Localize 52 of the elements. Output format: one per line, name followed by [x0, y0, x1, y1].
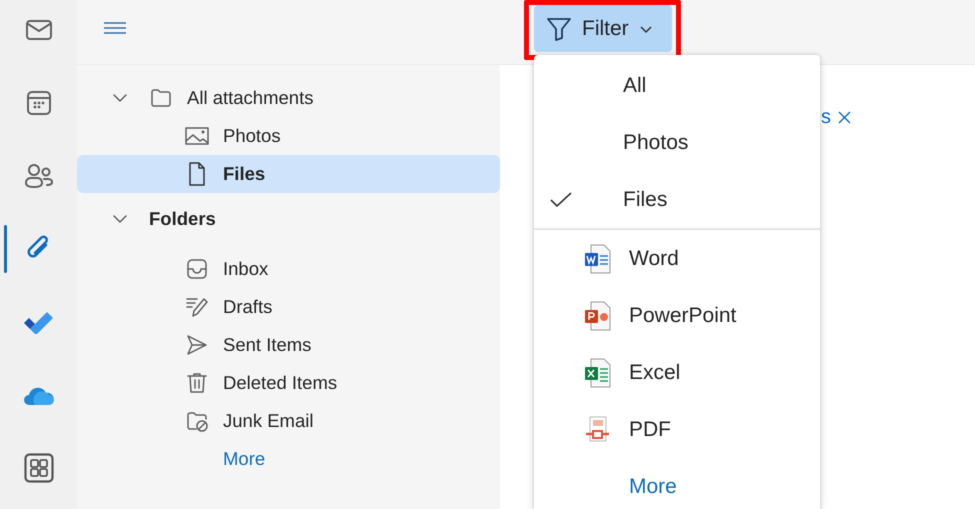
pdf-document-icon — [584, 414, 611, 444]
people-icon — [24, 163, 54, 189]
tree-item[interactable]: Junk Email — [77, 402, 500, 440]
word-document-icon — [584, 244, 611, 274]
folder-label: Drafts — [223, 296, 272, 318]
checkmark-icon — [22, 310, 54, 334]
menu-item-label: Photos — [623, 130, 688, 154]
filter-icon — [546, 16, 572, 42]
folder-label: Inbox — [223, 258, 268, 280]
inbox-icon — [185, 257, 209, 281]
menu-item[interactable]: Photos — [534, 114, 820, 171]
tree-item[interactable]: Deleted Items — [77, 364, 500, 402]
filter-chip-text: s — [821, 105, 831, 129]
calendar-icon — [26, 90, 52, 116]
mail-icon — [24, 18, 52, 42]
tree-item[interactable]: Photos — [77, 117, 500, 155]
tree-item[interactable]: Drafts — [77, 288, 500, 326]
menu-item[interactable]: All — [534, 57, 820, 114]
spreadsheet-document-icon — [584, 358, 611, 388]
menu-item-label: Word — [629, 246, 679, 270]
folder-label: Photos — [223, 125, 281, 147]
filter-button[interactable]: Filter — [534, 5, 672, 52]
more-link[interactable]: More — [223, 448, 266, 470]
chevron-down-icon — [638, 24, 653, 34]
folder-label: Junk Email — [223, 410, 314, 432]
folder-label: All attachments — [187, 87, 314, 109]
menu-item[interactable]: PDF — [534, 401, 820, 458]
presentation-document-icon — [584, 300, 611, 330]
section-label: Folders — [149, 208, 216, 230]
menu-item[interactable]: Excel — [534, 344, 820, 401]
tree-item[interactable]: Sent Items — [77, 326, 500, 364]
folder-label: Deleted Items — [223, 372, 338, 394]
tree-item[interactable]: Inbox — [77, 250, 500, 288]
close-icon[interactable] — [838, 110, 851, 124]
menu-item-label: All — [623, 74, 646, 98]
apps-icon — [24, 453, 54, 483]
folder-label: Files — [223, 163, 266, 185]
menu-item[interactable]: Word — [534, 230, 820, 287]
folder-label: Sent Items — [223, 334, 312, 356]
send-icon — [185, 333, 209, 357]
menu-item[interactable]: Files — [534, 171, 820, 228]
menu-item-label: PDF — [629, 418, 671, 442]
tree-item[interactable]: All attachments — [77, 79, 500, 117]
menu-item-label: Excel — [629, 360, 680, 384]
menu-item[interactable]: PowerPoint — [534, 287, 820, 344]
tree-item[interactable]: Folders — [77, 200, 500, 238]
trash-icon — [185, 371, 209, 395]
selection-indicator — [4, 225, 7, 273]
menu-item-label: PowerPoint — [629, 304, 736, 328]
tree-item[interactable]: Files — [77, 155, 500, 193]
more-link[interactable]: More — [629, 474, 677, 498]
menu-item-label: Files — [623, 188, 668, 212]
